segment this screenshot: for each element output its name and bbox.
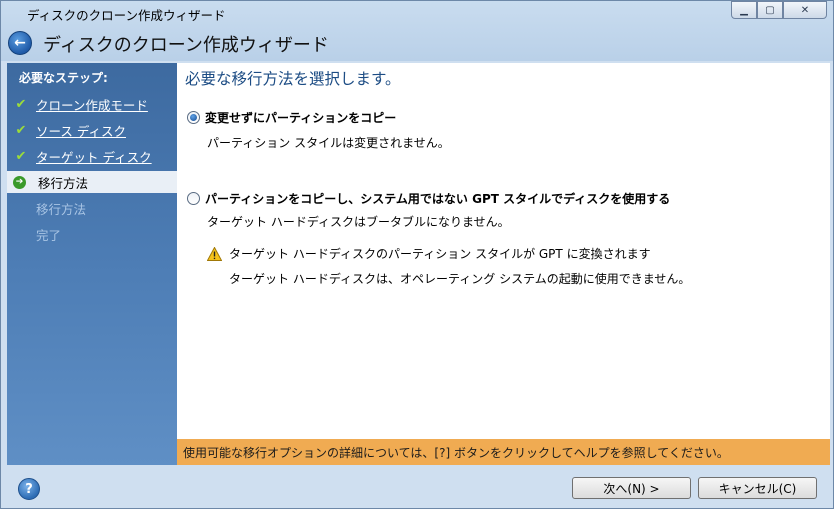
warning-row: ターゲット ハードディスクのパーティション スタイルが GPT に変換されます	[207, 245, 651, 262]
main-panel: 必要な移行方法を選択します。 変更せずにパーティションをコピー パーティション …	[177, 63, 830, 439]
minimize-button[interactable]: ▁	[731, 1, 757, 19]
next-button[interactable]: 次へ(N) >	[572, 477, 691, 499]
help-question-icon: ?	[25, 481, 33, 497]
warning-text: ターゲット ハードディスクのパーティション スタイルが GPT に変換されます	[229, 247, 651, 261]
option-label[interactable]: パーティションをコピーし、システム用ではない GPT スタイルでディスクを使用す…	[205, 190, 670, 207]
wizard-footer: ? 次へ(N) > キャンセル(C)	[1, 467, 833, 509]
sidebar-item-label: ターゲット ディスク	[36, 149, 152, 165]
sidebar-item-finish: 完了	[7, 223, 177, 245]
option-description: パーティション スタイルは変更されません。	[207, 136, 450, 150]
minimize-icon: ▁	[740, 4, 748, 16]
caption-buttons: ▁ ▢ ✕	[731, 1, 827, 19]
option-copy-unchanged[interactable]: 変更せずにパーティションをコピー	[187, 109, 396, 126]
checkmark-icon: ✔	[15, 122, 27, 138]
steps-sidebar: 必要なステップ: ✔ クローン作成モード ✔ ソース ディスク ✔ ターゲット …	[7, 63, 177, 465]
sidebar-item-migration-method-current: ➔ 移行方法	[7, 171, 177, 193]
wizard-window: ディスクのクローン作成ウィザード ▁ ▢ ✕ ← ディスクのクローン作成ウィザー…	[0, 0, 834, 509]
title-bar: ディスクのクローン作成ウィザード ▁ ▢ ✕	[1, 1, 833, 25]
cancel-button[interactable]: キャンセル(C)	[698, 477, 817, 499]
sidebar-item-source-disk[interactable]: ✔ ソース ディスク	[7, 119, 177, 141]
cancel-button-label: キャンセル(C)	[718, 481, 797, 496]
sidebar-item-label: 移行方法	[38, 175, 89, 191]
close-button[interactable]: ✕	[783, 1, 827, 19]
next-button-label: 次へ(N) >	[603, 481, 660, 496]
radio-copy-gpt[interactable]	[187, 192, 200, 205]
wizard-header: ← ディスクのクローン作成ウィザード	[1, 25, 833, 61]
option-copy-gpt[interactable]: パーティションをコピーし、システム用ではない GPT スタイルでディスクを使用す…	[187, 190, 670, 207]
sidebar-item-label: 移行方法	[36, 201, 87, 217]
warning-text-secondary: ターゲット ハードディスクは、オペレーティング システムの起動に使用できません。	[229, 272, 691, 286]
current-step-arrow-icon: ➔	[13, 175, 26, 189]
warning-icon	[207, 246, 222, 261]
checkmark-icon: ✔	[15, 96, 27, 112]
help-info-text: 使用可能な移行オプションの詳細については、[?] ボタンをクリックしてヘルプを参…	[183, 445, 729, 460]
back-arrow-icon: ←	[14, 35, 26, 51]
sidebar-item-clone-mode[interactable]: ✔ クローン作成モード	[7, 93, 177, 115]
sidebar-item-label: 完了	[36, 227, 62, 243]
sidebar-item-label: クローン作成モード	[36, 97, 148, 113]
sidebar-item-migration-method: 移行方法	[7, 197, 177, 219]
help-button[interactable]: ?	[18, 478, 40, 500]
sidebar-item-target-disk[interactable]: ✔ ターゲット ディスク	[7, 145, 177, 167]
radio-copy-unchanged[interactable]	[187, 111, 200, 124]
checkmark-icon: ✔	[15, 148, 27, 164]
sidebar-item-label: ソース ディスク	[36, 123, 126, 139]
radio-selected-dot	[190, 114, 197, 121]
window-title: ディスクのクローン作成ウィザード	[27, 8, 226, 23]
sidebar-heading: 必要なステップ:	[19, 71, 108, 85]
back-button[interactable]: ←	[8, 31, 32, 55]
option-description: ターゲット ハードディスクはブータブルになりません。	[207, 215, 510, 229]
header-title: ディスクのクローン作成ウィザード	[43, 35, 329, 56]
page-title: 必要な移行方法を選択します。	[185, 70, 401, 88]
close-icon: ✕	[800, 4, 810, 16]
option-label[interactable]: 変更せずにパーティションをコピー	[205, 109, 396, 126]
help-info-bar: 使用可能な移行オプションの詳細については、[?] ボタンをクリックしてヘルプを参…	[177, 439, 830, 465]
maximize-icon: ▢	[765, 4, 775, 16]
maximize-button[interactable]: ▢	[757, 1, 783, 19]
